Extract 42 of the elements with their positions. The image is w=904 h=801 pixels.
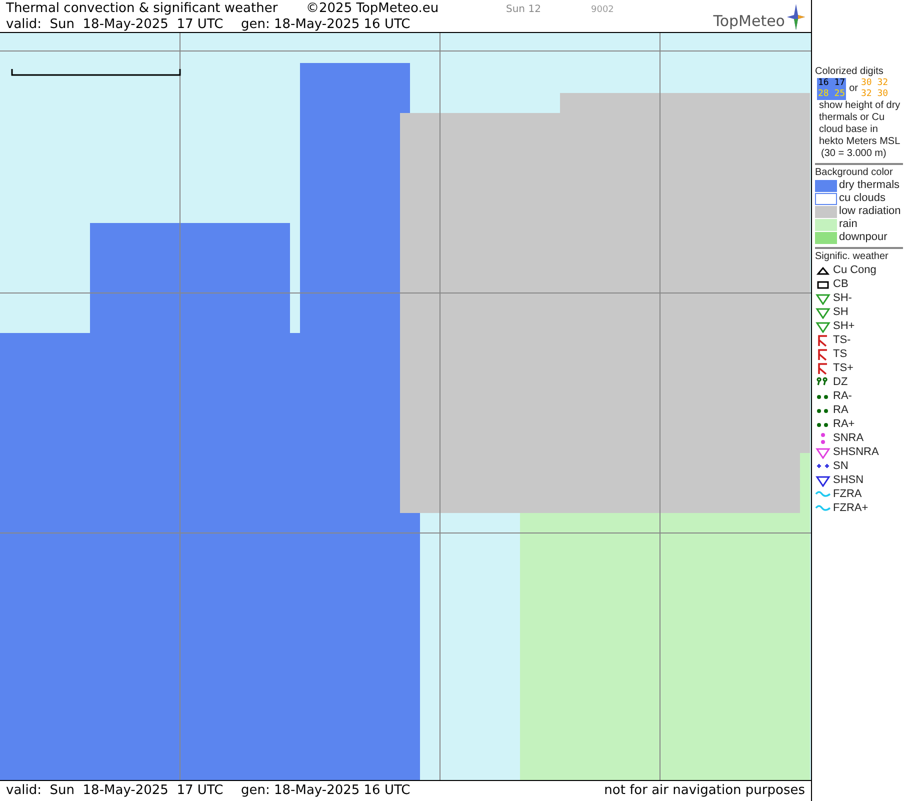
dry-digits-sample: 16 17 28 25 (817, 78, 846, 100)
legend-label: SH (833, 306, 848, 318)
legend-label: TS (833, 348, 848, 360)
generated-time: gen: 18-May-2025 16 UTC (241, 782, 412, 798)
legend-label: rain (839, 218, 858, 231)
legend-label: SN (833, 460, 848, 472)
star-logo-icon (787, 4, 805, 30)
legend-label: RA (833, 404, 848, 416)
legend-label: FZRA+ (833, 502, 868, 514)
cu-digits-sample: 30 32 32 30 (861, 78, 888, 100)
legend-label: SHSNRA (833, 446, 879, 458)
valid-time: valid: Sun 18-May-2025 17 UTC (6, 782, 224, 798)
legend-example: (30 = 3.000 m) (820, 148, 888, 160)
valid-time: valid: Sun 18-May-2025 17 UTC (6, 16, 224, 32)
legend-label: DZ (833, 376, 848, 388)
legend-label: downpour (839, 231, 888, 244)
map-title: Thermal convection & significant weather (6, 0, 279, 16)
legend-label: SNRA (833, 432, 864, 444)
generated-time: gen: 18-May-2025 16 UTC (241, 16, 410, 32)
legend-label: CB (833, 278, 848, 290)
run-label: Sun 12 (506, 4, 542, 14)
legend-heading: Signific. weather (815, 251, 890, 263)
legend-label: Cu Cong (833, 264, 876, 276)
code-label: 9002 (591, 4, 614, 14)
legend-description: show height of dry thermals or Cu cloud base in hekto Meters MSL (818, 100, 902, 148)
legend-label: cu clouds (839, 192, 886, 205)
legend-label: dry thermals (839, 179, 900, 192)
legend-label: low radiation (839, 205, 901, 218)
legend-label: FZRA (833, 488, 862, 500)
legend-label: SHSN (833, 474, 864, 486)
legend-label: TS- (833, 334, 851, 346)
legend-label: TS+ (833, 362, 854, 374)
legend-label: SH- (833, 292, 852, 304)
legend-label: SH+ (833, 320, 855, 332)
legend-heading: Background color (815, 167, 894, 179)
logo-text: TopMeteo (713, 12, 785, 30)
legend-label: RA- (833, 390, 852, 402)
disclaimer-text: not for air navigation purposes (604, 782, 805, 798)
copyright-text: ©2025 TopMeteo.eu (306, 0, 440, 16)
legend-heading: Colorized digits (815, 66, 884, 78)
or-text: or (849, 83, 858, 95)
legend-label: RA+ (833, 418, 855, 430)
